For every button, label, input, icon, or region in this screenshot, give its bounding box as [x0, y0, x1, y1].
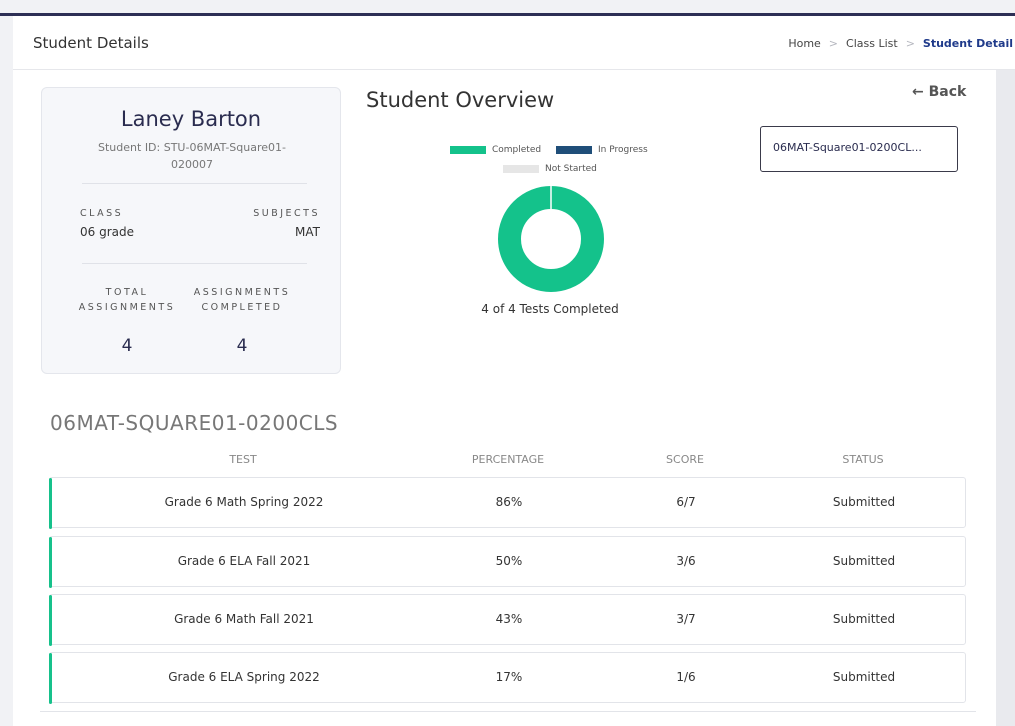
test-name: Grade 6 ELA Fall 2021 [177, 554, 311, 568]
student-id: Student ID: STU-06MAT-Square01-020007 [98, 141, 286, 171]
student-profile-card: Laney Barton Student ID: STU-06MAT-Squar… [41, 87, 341, 374]
main-content: Laney Barton Student ID: STU-06MAT-Squar… [13, 70, 996, 726]
table-bottom-divider [40, 711, 976, 712]
scrollbar-track[interactable] [996, 70, 1015, 726]
test-percentage: 86% [495, 495, 523, 509]
total-assignments-value: 4 [121, 336, 133, 356]
test-status: Submitted [832, 612, 896, 626]
breadcrumb-current: Student Detail [922, 37, 1013, 50]
class-select-button[interactable]: 06MAT-Square01-0200CL... [760, 126, 958, 172]
student-name: Laney Barton [120, 107, 262, 131]
class-label: CLASS [80, 208, 124, 219]
back-button[interactable]: ← Back [912, 84, 966, 100]
row-accent [49, 653, 52, 704]
breadcrumb-separator-icon: > [905, 37, 915, 50]
row-accent [49, 478, 52, 529]
column-header-test: TEST [229, 453, 257, 466]
total-assignments-label: TOTAL ASSIGNMENTS [78, 287, 176, 313]
test-score: 3/7 [676, 612, 696, 626]
class-value: 06 grade [80, 225, 134, 239]
test-status: Submitted [832, 495, 896, 509]
test-score: 3/6 [676, 554, 696, 568]
donut-caption: 4 of 4 Tests Completed [481, 302, 619, 316]
subjects-value: MAT [295, 225, 320, 239]
legend-completed: Completed [450, 145, 541, 155]
breadcrumb-class-list[interactable]: Class List [846, 37, 898, 50]
test-name: Grade 6 Math Fall 2021 [174, 612, 314, 626]
test-score: 6/7 [676, 495, 696, 509]
legend-not-started: Not Started [503, 164, 597, 174]
table-row[interactable]: Grade 6 ELA Spring 2022 17% 1/6 Submitte… [49, 652, 966, 704]
test-percentage: 43% [495, 612, 523, 626]
column-header-score: SCORE [666, 453, 704, 466]
test-name: Grade 6 Math Spring 2022 [164, 495, 324, 509]
card-divider [82, 183, 307, 184]
page-header: Student Details Home > Class List > Student … [13, 16, 1015, 70]
breadcrumb: Home > Class List > Student Detail [788, 37, 1013, 50]
test-percentage: 17% [495, 670, 523, 684]
table-row[interactable]: Grade 6 Math Fall 2021 43% 3/7 Submitted [49, 594, 966, 646]
test-score: 1/6 [676, 670, 696, 684]
column-header-percentage: PERCENTAGE [471, 453, 545, 466]
card-divider [82, 263, 307, 264]
column-header-status: STATUS [842, 453, 884, 466]
table-row[interactable]: Grade 6 Math Spring 2022 86% 6/7 Submitt… [49, 477, 966, 529]
row-accent [49, 537, 52, 588]
class-section-title: 06MAT-SQUARE01-0200CLS [50, 411, 339, 435]
assignments-completed-value: 4 [236, 336, 248, 356]
table-row[interactable]: Grade 6 ELA Fall 2021 50% 3/6 Submitted [49, 536, 966, 588]
page-title: Student Details [33, 34, 149, 52]
donut-slice-completed [498, 186, 604, 292]
legend-label: In Progress [598, 145, 648, 155]
legend-swatch [556, 145, 592, 154]
test-status: Submitted [832, 670, 896, 684]
test-percentage: 50% [495, 554, 523, 568]
overview-title: Student Overview [366, 88, 555, 112]
test-name: Grade 6 ELA Spring 2022 [168, 670, 320, 684]
assignments-completed-label: ASSIGNMENTS COMPLETED [193, 287, 291, 313]
breadcrumb-home[interactable]: Home [788, 37, 820, 50]
breadcrumb-separator-icon: > [828, 37, 839, 50]
row-accent [49, 595, 52, 646]
legend-label: Not Started [545, 164, 597, 174]
legend-swatch [503, 164, 539, 173]
legend-in-progress: In Progress [556, 145, 648, 155]
legend-label: Completed [492, 145, 542, 155]
subjects-label: SUBJECTS [253, 208, 320, 219]
legend-swatch [450, 145, 486, 154]
completion-donut-chart [498, 186, 604, 292]
test-status: Submitted [832, 554, 896, 568]
